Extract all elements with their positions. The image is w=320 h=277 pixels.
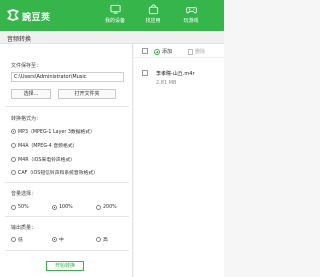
quality-option-low[interactable]: 低 — [11, 235, 23, 243]
gamepad-icon — [185, 7, 197, 14]
volume-label: 音量选择： — [11, 191, 37, 197]
radio-button[interactable] — [11, 236, 16, 242]
device-icon — [109, 4, 121, 14]
quality-option-label: 中 — [59, 237, 64, 243]
volume-option-label: 200% — [103, 204, 117, 210]
list-item[interactable]: 李孝瞳-山丘.m4r 2.81 MB — [134, 59, 224, 89]
delete-label: 删除 — [195, 49, 206, 55]
file-list-panel: 添加 删除 李孝瞳-山丘.m4r 2.81 MB — [134, 44, 224, 277]
format-option-caf[interactable]: CAF（iOS短信铃声和系统音效格式） — [11, 168, 98, 176]
quality-option-label: 高 — [103, 237, 108, 243]
file-checkbox[interactable] — [142, 70, 148, 76]
select-all-checkbox[interactable] — [142, 48, 148, 54]
app-name: 豌豆荚 — [22, 13, 51, 23]
wandoujia-logo-icon — [7, 9, 19, 21]
shopping-bag-icon — [148, 4, 158, 15]
format-option-label: M4R（iOS来电铃声格式） — [18, 157, 76, 163]
choose-folder-button[interactable]: 选择... — [11, 89, 51, 99]
divider — [5, 182, 129, 183]
volume-option-200[interactable]: 200% — [96, 203, 117, 211]
radio-button[interactable] — [96, 236, 101, 242]
volume-option-50[interactable]: 50% — [11, 203, 29, 211]
format-option-m4r[interactable]: M4R（iOS来电铃声格式） — [11, 155, 75, 163]
format-option-label: CAF（iOS短信铃声和系统音效格式） — [18, 170, 98, 176]
delete-file-button[interactable]: 删除 — [188, 48, 205, 55]
save-location-label: 文件保存至： — [11, 63, 42, 69]
file-size: 2.81 MB — [156, 80, 177, 86]
save-path-field[interactable]: C:\Users\Administrator\Music — [11, 72, 124, 82]
radio-button[interactable] — [11, 128, 16, 134]
format-option-label: M4A（MPEG-4 音频格式） — [18, 143, 78, 149]
panel-title: 音频转换 — [7, 36, 32, 43]
radio-button[interactable] — [11, 156, 16, 162]
file-list-toolbar: 添加 删除 — [134, 44, 224, 58]
divider — [5, 106, 129, 107]
nav-play-games[interactable]: 玩游戏 — [176, 4, 206, 30]
radio-button[interactable] — [96, 204, 101, 210]
format-option-mp3[interactable]: MP3（MPEG-1 Layer 3数据格式） — [11, 127, 95, 135]
nav-find-apps[interactable]: 找应用 — [138, 4, 168, 30]
format-option-m4a[interactable]: M4A（MPEG-4 音频格式） — [11, 141, 77, 149]
open-folder-button[interactable]: 打开文件夹 — [58, 89, 116, 99]
quality-option-high[interactable]: 高 — [96, 235, 108, 243]
radio-button[interactable] — [11, 169, 16, 175]
divider — [5, 216, 129, 217]
quality-label: 输出质量： — [11, 225, 37, 231]
add-file-button[interactable]: 添加 — [154, 48, 172, 55]
format-option-label: MP3（MPEG-1 Layer 3数据格式） — [18, 129, 95, 135]
nav-my-device[interactable]: 我的设备 — [100, 4, 130, 30]
divider — [5, 250, 129, 251]
quality-option-medium[interactable]: 中 — [52, 235, 64, 243]
nav-label: 我的设备 — [104, 18, 125, 24]
top-navigation-bar: 豌豆荚 我的设备 找应用 玩游戏 — [0, 0, 224, 31]
add-icon — [154, 48, 160, 55]
radio-button[interactable] — [11, 204, 16, 210]
radio-button[interactable] — [52, 236, 57, 242]
volume-option-label: 50% — [18, 204, 29, 210]
trash-icon — [188, 48, 193, 55]
nav-label: 找应用 — [145, 18, 161, 24]
volume-option-100[interactable]: 100% — [52, 203, 73, 211]
format-label: 转换格式为： — [11, 116, 42, 122]
volume-option-label: 100% — [59, 204, 73, 210]
panel-header: 音频转换 — [0, 31, 224, 44]
add-label: 添加 — [162, 49, 173, 55]
radio-button[interactable] — [11, 142, 16, 148]
quality-option-label: 低 — [18, 237, 23, 243]
start-convert-button[interactable]: 开始转换 — [46, 261, 84, 271]
nav-label: 玩游戏 — [183, 18, 199, 24]
file-name: 李孝瞳-山丘.m4r — [156, 71, 195, 77]
radio-button[interactable] — [52, 204, 57, 210]
